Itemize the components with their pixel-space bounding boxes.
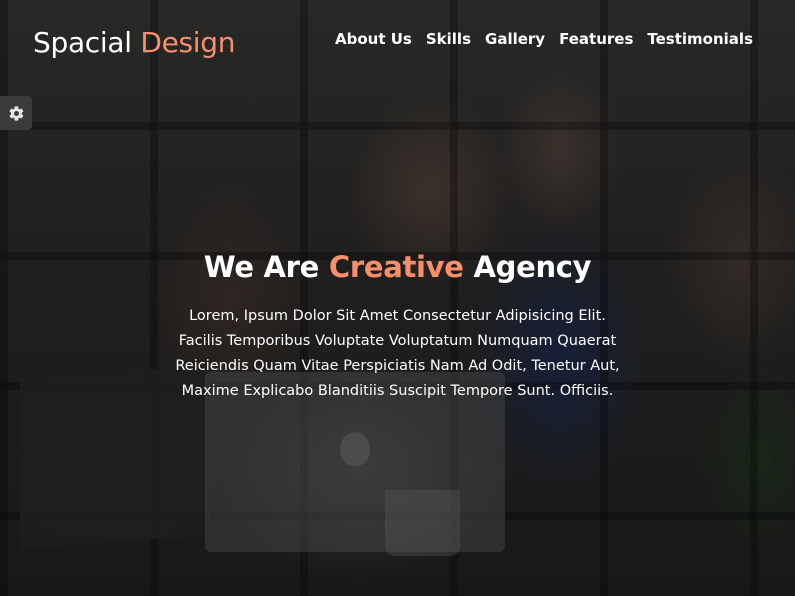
hero-title-prefix: We Are [203, 250, 320, 284]
nav-link-features[interactable]: Features [559, 30, 633, 48]
navbar: Spacial Design About Us Skills Gallery F… [0, 0, 795, 80]
landing-hero: Spacial Design About Us Skills Gallery F… [0, 0, 795, 596]
hero-paragraph: Lorem, Ipsum Dolor Sit Amet Consectetur … [175, 308, 620, 399]
hero-title-accent: Creative [328, 250, 464, 284]
brand-name-accent: Design [140, 26, 236, 59]
brand-name-primary: Spacial [33, 26, 132, 59]
hero-content: We Are Creative Agency Lorem, Ipsum Dolo… [0, 250, 795, 404]
hero-title-suffix: Agency [473, 250, 592, 284]
nav-link-skills[interactable]: Skills [426, 30, 471, 48]
nav-link-gallery[interactable]: Gallery [485, 30, 545, 48]
settings-toggle-button[interactable] [0, 96, 32, 130]
hero-title: We Are Creative Agency [0, 250, 795, 284]
main-nav: About Us Skills Gallery Features Testimo… [335, 30, 753, 48]
nav-link-testimonials[interactable]: Testimonials [647, 30, 753, 48]
nav-link-about-us[interactable]: About Us [335, 30, 412, 48]
gear-icon [9, 105, 23, 121]
brand-logo[interactable]: Spacial Design [33, 26, 236, 59]
